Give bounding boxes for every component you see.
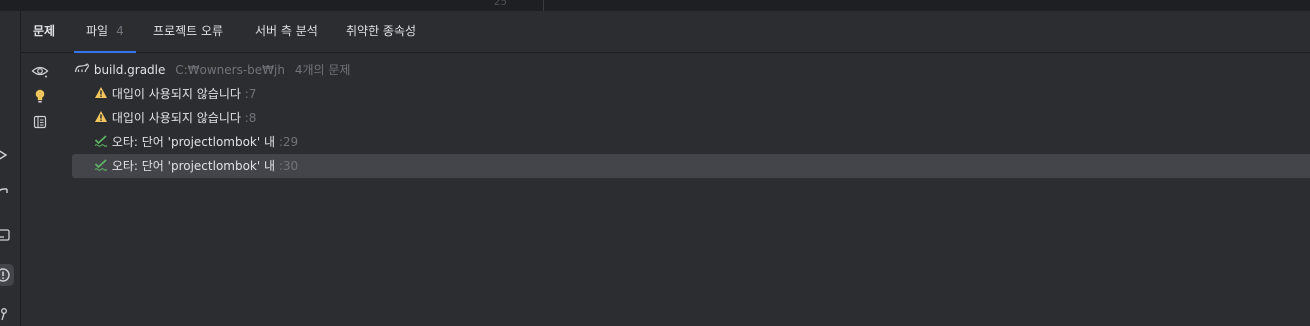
problem-line: :7 <box>244 87 257 101</box>
problems-icon[interactable] <box>0 264 14 286</box>
problem-row[interactable]: 오타: 단어 'projectlombok' 내 :29 <box>72 130 1310 154</box>
editor-strip: 25 <box>0 0 1310 11</box>
build-icon[interactable] <box>0 184 14 206</box>
gradle-icon <box>74 59 90 83</box>
problem-line: :8 <box>244 111 257 125</box>
run-icon[interactable] <box>0 144 14 166</box>
warning-icon <box>94 83 108 107</box>
tab-project-errors[interactable]: 프로젝트 오류 <box>153 11 223 52</box>
tab-vulnerable-dependencies[interactable]: 취약한 종속성 <box>346 11 416 52</box>
problems-tab-bar: 문제 파일 4 프로젝트 오류 서버 측 분석 취약한 종속성 <box>21 11 1310 53</box>
file-path: C:₩owners-be₩jh <box>175 63 285 77</box>
left-tool-stripe <box>0 11 21 326</box>
preview-panel-icon[interactable] <box>29 111 51 133</box>
typo-icon <box>94 155 108 179</box>
problem-text: 오타: 단어 'projectlombok' 내 <box>111 159 276 173</box>
editor-line-number: 25 <box>493 0 507 8</box>
typo-icon <box>94 131 108 155</box>
problem-text: 대입이 사용되지 않습니다 <box>111 111 241 125</box>
editor-gutter: 25 <box>478 0 544 11</box>
tab-file-count: 4 <box>116 24 124 38</box>
problem-text: 오타: 단어 'projectlombok' 내 <box>111 135 276 149</box>
eye-icon[interactable] <box>29 60 51 82</box>
problems-side-toolbar <box>21 53 61 326</box>
file-problem-count: 4개의 문제 <box>294 63 351 77</box>
problem-text: 대입이 사용되지 않습니다 <box>111 87 241 101</box>
tab-file[interactable]: 파일 4 <box>74 11 136 53</box>
git-icon[interactable] <box>0 303 14 325</box>
file-name: build.gradle <box>93 63 166 77</box>
problem-line: :30 <box>278 159 299 173</box>
lightbulb-icon[interactable] <box>29 85 51 107</box>
problem-row-selected[interactable]: 오타: 단어 'projectlombok' 내 :30 <box>72 154 1310 178</box>
problem-row[interactable]: 대입이 사용되지 않습니다 :7 <box>72 82 1310 106</box>
tab-server-side-analysis[interactable]: 서버 측 분석 <box>255 11 318 52</box>
problems-panel-title: 문제 <box>33 24 56 38</box>
terminal-icon[interactable] <box>0 224 14 246</box>
problem-line: :29 <box>278 135 299 149</box>
warning-icon <box>94 107 108 131</box>
file-node-row[interactable]: build.gradle C:₩owners-be₩jh 4개의 문제 <box>72 58 1310 82</box>
problem-row[interactable]: 대입이 사용되지 않습니다 :8 <box>72 106 1310 130</box>
